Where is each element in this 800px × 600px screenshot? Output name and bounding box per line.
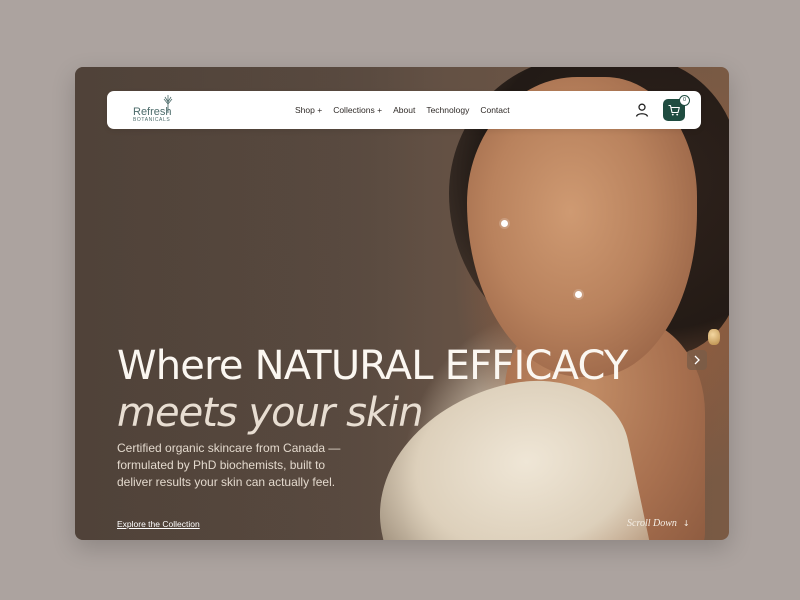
- hotspot-cheek[interactable]: [575, 291, 582, 298]
- brand-logo[interactable]: Refresh BOTANICALS: [131, 95, 191, 125]
- cart-button[interactable]: 0: [663, 95, 690, 121]
- hero-headline-italic: meets your skin: [117, 390, 424, 436]
- hero-headline: Where NATURAL EFFICACY: [117, 343, 628, 389]
- nav-item-shop[interactable]: Shop +: [295, 105, 322, 115]
- brand-tagline: BOTANICALS: [133, 117, 171, 123]
- page: Refresh BOTANICALS Shop + Collections + …: [0, 0, 800, 600]
- explore-collection-link[interactable]: Explore the Collection: [117, 519, 200, 529]
- chevron-right-icon: [694, 355, 700, 365]
- top-nav: Refresh BOTANICALS Shop + Collections + …: [107, 91, 701, 129]
- hero-subcopy-line: Certified organic skincare from Canada —: [117, 441, 341, 455]
- hero-subcopy: Certified organic skincare from Canada —…: [117, 440, 367, 490]
- cart-count-badge: 0: [679, 95, 690, 106]
- carousel-next-button[interactable]: [687, 350, 707, 370]
- hotspot-nose[interactable]: [501, 220, 508, 227]
- cart-icon: [668, 104, 680, 116]
- nav-item-about[interactable]: About: [393, 105, 415, 115]
- scroll-down-label: Scroll Down: [627, 518, 677, 529]
- arrow-down-icon: ↓: [682, 519, 690, 528]
- main-menu: Shop + Collections + About Technology Co…: [295, 91, 510, 129]
- nav-item-contact[interactable]: Contact: [480, 105, 509, 115]
- nav-item-technology[interactable]: Technology: [426, 105, 469, 115]
- hero-image-earring: [708, 329, 720, 345]
- nav-item-collections[interactable]: Collections +: [333, 105, 382, 115]
- scroll-down-link[interactable]: Scroll Down ↓: [627, 518, 690, 529]
- hero-subcopy-line: deliver results your skin can actually f…: [117, 474, 336, 489]
- user-icon[interactable]: [634, 102, 650, 118]
- hero-banner: Refresh BOTANICALS Shop + Collections + …: [75, 67, 729, 540]
- hero-subcopy-line: formulated by PhD biochemists, built to: [117, 457, 326, 472]
